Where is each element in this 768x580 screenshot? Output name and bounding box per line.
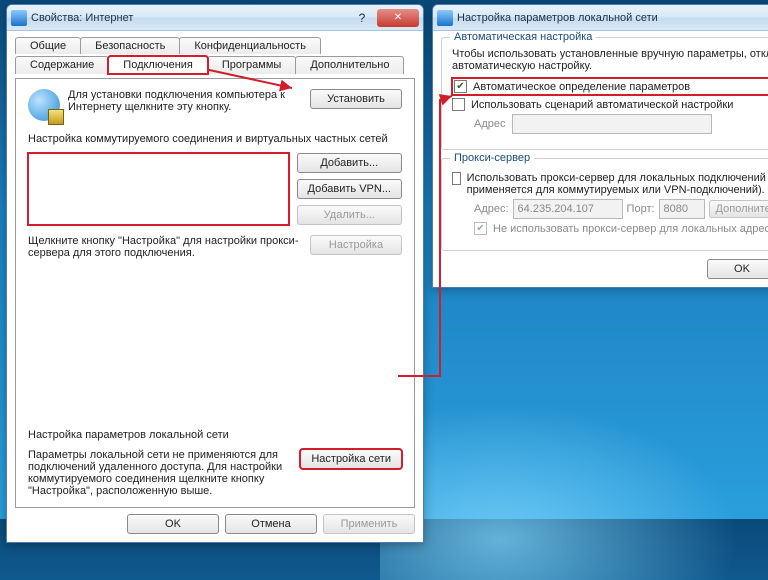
tab-privacy[interactable]: Конфиденциальность — [179, 37, 321, 54]
dialup-header: Настройка коммутируемого соединения и ви… — [28, 133, 402, 145]
auto-config-text: Чтобы использовать установленные вручную… — [452, 48, 768, 72]
internet-properties-window: Свойства: Интернет Общие Безопасность Ко… — [6, 4, 424, 543]
apply-button: Применить — [323, 514, 415, 534]
lan-header: Настройка параметров локальной сети — [28, 429, 402, 441]
delete-button: Удалить... — [297, 205, 402, 225]
connections-listbox[interactable] — [28, 153, 289, 225]
close-button[interactable] — [377, 9, 419, 27]
use-script-checkbox[interactable] — [452, 98, 465, 111]
lan-text: Параметры локальной сети не применяются … — [28, 449, 292, 497]
window-title: Настройка параметров локальной сети — [457, 12, 768, 24]
proxy-address-input — [513, 199, 623, 219]
use-proxy-checkbox[interactable] — [452, 172, 461, 185]
tab-content[interactable]: Содержание — [15, 56, 109, 74]
add-vpn-button[interactable]: Добавить VPN... — [297, 179, 402, 199]
install-button[interactable]: Установить — [310, 89, 402, 109]
proxy-port-input — [659, 199, 705, 219]
app-icon — [437, 10, 453, 26]
proxy-hint: Щелкните кнопку "Настройка" для настройк… — [28, 235, 302, 259]
tab-general[interactable]: Общие — [15, 37, 81, 54]
setup-text: Для установки подключения компьютера к И… — [68, 89, 302, 113]
ok-button[interactable]: OK — [127, 514, 219, 534]
app-icon — [11, 10, 27, 26]
tabstrip: Общие Безопасность Конфиденциальность Со… — [15, 37, 415, 77]
use-script-label: Использовать сценарий автоматической нас… — [471, 99, 733, 111]
tab-security[interactable]: Безопасность — [80, 37, 180, 54]
bypass-local-label: Не использовать прокси-сервер для локаль… — [493, 223, 768, 235]
proxy-group: Прокси-сервер Использовать прокси-сервер… — [441, 158, 768, 251]
lan-settings-window: Настройка параметров локальной сети Авто… — [432, 4, 768, 288]
help-button[interactable] — [349, 9, 375, 27]
connections-pane: Для установки подключения компьютера к И… — [15, 78, 415, 508]
script-address-input — [512, 114, 712, 134]
tab-connections[interactable]: Подключения — [108, 56, 208, 74]
add-button[interactable]: Добавить... — [297, 153, 402, 173]
auto-detect-checkbox[interactable] — [454, 80, 467, 93]
auto-detect-label: Автоматическое определение параметров — [473, 81, 690, 93]
window-title: Свойства: Интернет — [31, 12, 347, 24]
use-proxy-label: Использовать прокси-сервер для локальных… — [467, 172, 768, 196]
cancel-button[interactable]: Отмена — [225, 514, 317, 534]
auto-config-group: Автоматическая настройка Чтобы использов… — [441, 37, 768, 150]
proxy-address-label: Адрес: — [474, 203, 509, 215]
ok-button[interactable]: OK — [707, 259, 768, 279]
auto-config-legend: Автоматическая настройка — [450, 31, 596, 43]
proxy-port-label: Порт: — [627, 203, 655, 215]
globe-icon — [28, 89, 60, 121]
proxy-advanced-button: Дополнительно — [709, 200, 768, 218]
titlebar[interactable]: Свойства: Интернет — [7, 5, 423, 31]
dialog-buttons: OK Отмена — [441, 259, 768, 279]
tab-advanced[interactable]: Дополнительно — [295, 56, 404, 74]
bypass-local-checkbox[interactable] — [474, 222, 487, 235]
settings-button: Настройка — [310, 235, 402, 255]
lan-settings-button[interactable]: Настройка сети — [300, 449, 402, 469]
proxy-legend: Прокси-сервер — [450, 152, 534, 164]
titlebar[interactable]: Настройка параметров локальной сети — [433, 5, 768, 31]
script-address-label: Адрес — [474, 118, 506, 130]
dialog-buttons: OK Отмена Применить — [15, 514, 415, 534]
tab-programs[interactable]: Программы — [207, 56, 296, 74]
